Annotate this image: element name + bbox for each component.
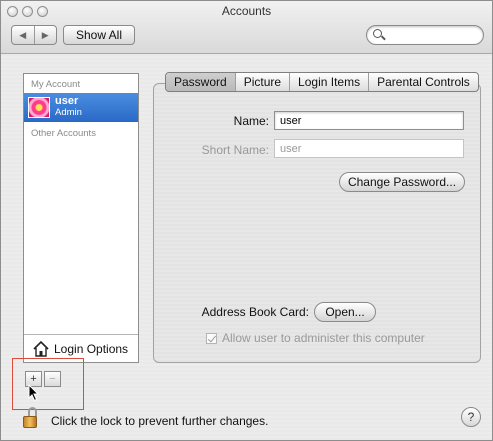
my-account-header: My Account — [31, 79, 81, 90]
account-name: user — [55, 95, 79, 107]
back-forward-control: ◀ ▶ — [11, 25, 57, 45]
search-icon — [373, 29, 382, 38]
admin-checkbox — [206, 333, 217, 344]
admin-checkbox-label: Allow user to administer this computer — [222, 331, 425, 345]
name-label: Name: — [233, 114, 269, 128]
flower-picture-icon — [28, 97, 50, 118]
tab-password[interactable]: Password — [166, 73, 236, 91]
tab-parental-controls[interactable]: Parental Controls — [369, 73, 478, 91]
help-button[interactable]: ? — [461, 407, 481, 427]
search-field[interactable] — [366, 25, 484, 45]
lock-message: Click the lock to prevent further change… — [51, 414, 269, 428]
open-address-book-button[interactable]: Open... — [314, 302, 376, 322]
short-name-field — [274, 139, 464, 158]
toolbar: Accounts ◀ ▶ Show All — [1, 1, 492, 54]
search-input[interactable] — [387, 27, 477, 43]
login-options-label: Login Options — [54, 342, 129, 356]
back-arrow-icon[interactable]: ◀ — [12, 26, 35, 44]
lock-icon[interactable] — [23, 407, 39, 429]
accounts-window: Accounts ◀ ▶ Show All My Account user Ad… — [0, 0, 493, 441]
other-accounts-header: Other Accounts — [31, 128, 96, 139]
forward-arrow-icon[interactable]: ▶ — [35, 26, 57, 44]
house-icon — [33, 340, 49, 357]
account-item-user[interactable]: user Admin — [24, 93, 138, 122]
tab-picture[interactable]: Picture — [236, 73, 291, 91]
name-field[interactable] — [274, 111, 464, 130]
account-list: My Account user Admin Other Accounts Log… — [23, 73, 139, 363]
tab-login-items[interactable]: Login Items — [290, 73, 370, 91]
short-name-label: Short Name: — [201, 143, 269, 157]
show-all-button[interactable]: Show All — [63, 25, 135, 45]
settings-tabs: Password Picture Login Items Parental Co… — [165, 72, 479, 92]
highlight-box — [12, 358, 84, 410]
address-book-label: Address Book Card: — [201, 305, 309, 319]
change-password-button[interactable]: Change Password... — [339, 172, 465, 192]
window-title: Accounts — [221, 4, 272, 18]
account-role: Admin — [55, 107, 82, 118]
